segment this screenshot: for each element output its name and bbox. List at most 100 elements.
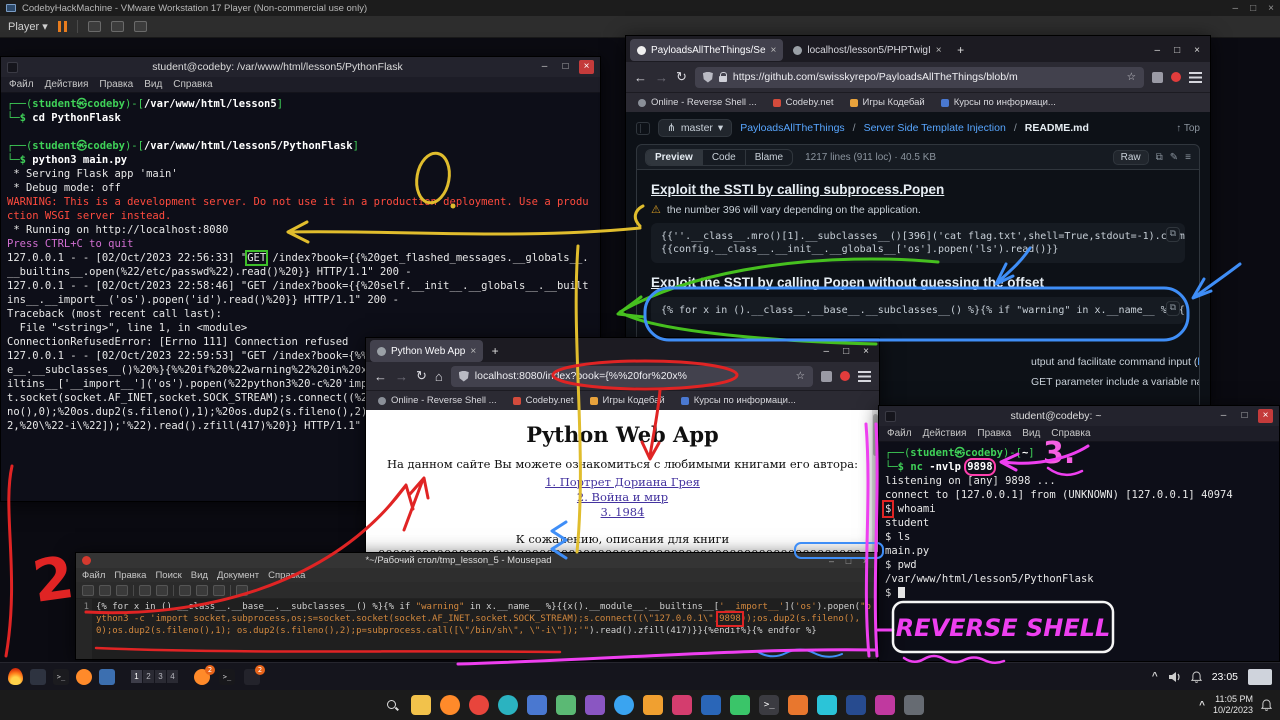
readme-heading[interactable]: Exploit the SSTI by calling subprocess.P… xyxy=(651,182,1185,197)
extensions-icon[interactable] xyxy=(1152,72,1163,83)
app-icon[interactable] xyxy=(469,695,489,715)
copy-code-icon[interactable]: ⧉ xyxy=(1166,227,1180,242)
menu-item[interactable]: Справка xyxy=(1051,428,1090,439)
firefox-icon[interactable] xyxy=(76,669,92,685)
minimize-button[interactable]: – xyxy=(826,556,837,566)
ctrl-alt-del-icon[interactable] xyxy=(88,21,101,32)
view-tab[interactable]: Code xyxy=(703,150,746,165)
app-icon[interactable] xyxy=(904,695,924,715)
book-link[interactable]: 2. Война и мир xyxy=(378,490,867,504)
menu-item[interactable]: Документ xyxy=(217,570,259,581)
bookmark-star-icon[interactable]: ☆ xyxy=(1127,71,1136,83)
reload-button[interactable]: ↻ xyxy=(416,368,427,384)
app-icon[interactable] xyxy=(788,695,808,715)
maximize-button[interactable]: □ xyxy=(1250,3,1256,14)
menu-item[interactable]: Действия xyxy=(45,79,89,90)
tab-localhost-phptwig[interactable]: localhost/lesson5/PHPTwigI × xyxy=(786,39,948,61)
app-icon[interactable] xyxy=(672,695,692,715)
sidebar-toggle-icon[interactable] xyxy=(636,122,650,135)
vmware-titlebar[interactable]: CodebyHackMachine - VMware Workstation 1… xyxy=(0,0,1280,16)
forward-button[interactable]: → xyxy=(395,369,408,384)
copy-icon[interactable] xyxy=(196,585,208,596)
view-tab[interactable]: Preview xyxy=(646,150,703,165)
minimize-button[interactable]: – xyxy=(1216,409,1231,423)
tab-close-icon[interactable]: × xyxy=(936,45,942,56)
app-icon[interactable] xyxy=(585,695,605,715)
breadcrumb-folder[interactable]: Server Side Template Injection xyxy=(864,122,1006,134)
save-icon[interactable] xyxy=(116,585,128,596)
workspace[interactable]: 2 xyxy=(143,670,154,683)
raw-button[interactable]: Raw xyxy=(1113,150,1149,165)
snapshot-icon[interactable] xyxy=(111,21,124,32)
close-button[interactable]: × xyxy=(579,60,594,74)
folder-icon[interactable] xyxy=(411,695,431,715)
menu-item[interactable]: Справка xyxy=(173,79,212,90)
branch-selector[interactable]: ⋔ master ▾ xyxy=(658,119,732,137)
tab-payloadsallthethings[interactable]: PayloadsAllTheThings/Se × xyxy=(630,39,783,61)
menu-item[interactable]: Правка xyxy=(977,428,1011,439)
terminal-titlebar[interactable]: student@codeby: /var/www/html/lesson5/Py… xyxy=(1,57,600,77)
bookmark-item[interactable]: Курсы по информаци... xyxy=(941,97,1056,108)
app-icon[interactable] xyxy=(30,669,46,685)
bookmark-star-icon[interactable]: ☆ xyxy=(796,370,805,382)
app-icon[interactable] xyxy=(817,695,837,715)
bookmark-item[interactable]: Игры Кодебай xyxy=(590,395,665,406)
open-file-icon[interactable] xyxy=(99,585,111,596)
extension-icon[interactable] xyxy=(1171,72,1181,82)
readme-heading[interactable]: Exploit the SSTI by calling Popen withou… xyxy=(651,275,1185,290)
files-icon[interactable] xyxy=(99,669,115,685)
menu-item[interactable]: Файл xyxy=(887,428,912,439)
back-button[interactable]: ← xyxy=(374,369,387,384)
code-block-popen[interactable]: {{''.__class__.mro()[1].__subclasses__()… xyxy=(651,223,1185,263)
app-icon[interactable] xyxy=(730,695,750,715)
mousepad-titlebar[interactable]: *~/Рабочий стол/tmp_lesson_5 - Mousepad … xyxy=(76,553,877,568)
bookmark-item[interactable]: Codeby.net xyxy=(773,97,834,108)
tray-widget[interactable] xyxy=(1248,669,1272,685)
clock[interactable]: 23:05 xyxy=(1212,671,1238,683)
volume-icon[interactable] xyxy=(1168,671,1181,683)
fullscreen-icon[interactable] xyxy=(134,21,147,32)
outline-icon[interactable]: ≡ xyxy=(1185,152,1191,163)
minimize-button[interactable]: – xyxy=(824,346,830,357)
paste-icon[interactable] xyxy=(213,585,225,596)
tab-close-icon[interactable]: × xyxy=(771,45,777,56)
terminal-icon[interactable]: >_ xyxy=(219,669,235,685)
bookmark-item[interactable]: Игры Кодебай xyxy=(850,97,925,108)
menu-item[interactable]: Правка xyxy=(99,79,133,90)
minimize-button[interactable]: – xyxy=(537,60,552,74)
close-button[interactable]: × xyxy=(1258,409,1273,423)
twitter-link[interactable]: https://twitter.com/SecGus xyxy=(1197,356,1200,368)
extensions-icon[interactable] xyxy=(821,371,832,382)
notifications-bell-icon[interactable] xyxy=(1261,699,1272,711)
menu-item[interactable]: Вид xyxy=(144,79,162,90)
cut-icon[interactable] xyxy=(179,585,191,596)
menu-icon[interactable] xyxy=(858,371,871,382)
workspace[interactable]: 4 xyxy=(167,670,178,683)
copy-code-icon[interactable]: ⧉ xyxy=(1166,301,1180,316)
new-tab-button[interactable]: + xyxy=(952,43,970,57)
search-icon[interactable] xyxy=(236,585,248,596)
undo-icon[interactable] xyxy=(139,585,151,596)
bookmark-item[interactable]: Курсы по информаци... xyxy=(681,395,796,406)
host-clock[interactable]: 11:05 PM 10/2/2023 xyxy=(1213,694,1253,716)
app-icon[interactable] xyxy=(527,695,547,715)
telegram-icon[interactable] xyxy=(614,695,634,715)
view-tab[interactable]: Blame xyxy=(746,150,792,165)
reload-button[interactable]: ↻ xyxy=(676,69,687,85)
maximize-button[interactable]: □ xyxy=(843,556,854,566)
edit-icon[interactable]: ✎ xyxy=(1170,152,1178,163)
maximize-button[interactable]: □ xyxy=(558,60,573,74)
launcher-flame-icon[interactable] xyxy=(8,668,23,685)
book-link[interactable]: 3. 1984 xyxy=(378,505,867,519)
url-bar[interactable]: https://github.com/swisskyrepo/PayloadsA… xyxy=(695,67,1144,88)
extension-icon[interactable] xyxy=(840,371,850,381)
payload-text[interactable]: {% for x in ().__class__.__base__.__subc… xyxy=(92,599,877,659)
breadcrumb-repo[interactable]: PayloadsAllTheThings xyxy=(740,122,844,134)
close-button[interactable]: × xyxy=(1268,3,1274,14)
copy-icon[interactable]: ⧉ xyxy=(1156,152,1163,163)
menu-item[interactable]: Правка xyxy=(114,570,146,581)
home-button[interactable]: ⌂ xyxy=(435,369,443,384)
tracking-shield-icon[interactable] xyxy=(459,371,469,382)
app-icon[interactable] xyxy=(846,695,866,715)
tray-expand-icon[interactable]: ^ xyxy=(1152,671,1158,682)
